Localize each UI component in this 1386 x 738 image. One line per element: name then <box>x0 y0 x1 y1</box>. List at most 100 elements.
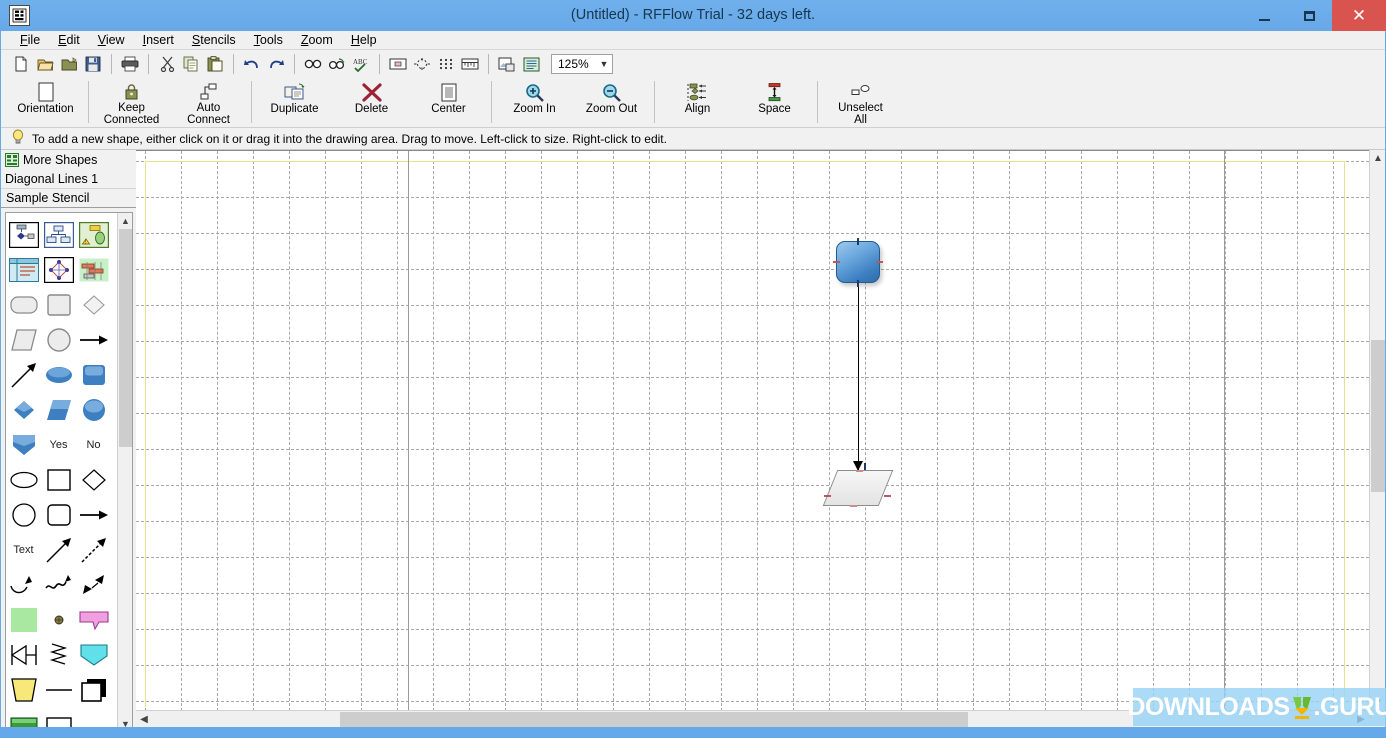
stencil-scrollbar[interactable]: ▲ ▼ <box>117 213 132 731</box>
page-view-icon[interactable] <box>386 52 410 76</box>
auto-connect-button[interactable]: AutoConnect <box>170 78 247 126</box>
undo-icon[interactable] <box>240 52 264 76</box>
copy-icon[interactable] <box>179 52 203 76</box>
duplicate-button[interactable]: Duplicate <box>256 78 333 126</box>
more-shapes-button[interactable]: More Shapes <box>1 150 136 169</box>
stencil-shape-line[interactable] <box>41 672 76 707</box>
flowchart-node-rounded-rect[interactable] <box>836 241 880 283</box>
stencil-scroll-up-button[interactable]: ▲ <box>118 213 133 228</box>
stencil-shape-double-arrow[interactable] <box>76 567 111 602</box>
menu-item-stencils[interactable]: Stencils <box>183 32 245 48</box>
stencil-gantt-thumb[interactable] <box>76 252 111 287</box>
stencil-network-thumb[interactable] <box>41 252 76 287</box>
selection-handle[interactable] <box>884 495 891 497</box>
center-button[interactable]: Center <box>410 78 487 126</box>
menu-item-file[interactable]: File <box>11 32 49 48</box>
stencil-shape-curve-arrow[interactable] <box>6 567 41 602</box>
delete-button[interactable]: Delete <box>333 78 410 126</box>
minimize-button[interactable] <box>1242 0 1287 31</box>
zoom-out-button[interactable]: Zoom Out <box>573 78 650 126</box>
stencil-shape-blue-diamond[interactable] <box>6 392 41 427</box>
stencil-shape-outline-circle[interactable] <box>6 497 41 532</box>
selection-handle[interactable] <box>824 495 831 497</box>
stencil-shape-outline-square[interactable] <box>41 462 76 497</box>
stencil-shape-outline-diamond[interactable] <box>76 462 111 497</box>
stencil-label-text[interactable]: Text <box>6 532 41 567</box>
stencil-shape-squiggle-arrow[interactable] <box>41 567 76 602</box>
stencil-shape-arrow-diag-solid[interactable] <box>41 532 76 567</box>
spellcheck-icon[interactable]: ABC <box>349 52 373 76</box>
close-button[interactable]: ✕ <box>1332 0 1386 31</box>
stencil-shape-blue-circle[interactable] <box>76 392 111 427</box>
text-block-icon[interactable] <box>519 52 543 76</box>
stencil-label-yes[interactable]: Yes <box>41 427 76 462</box>
align-button[interactable]: Align <box>659 78 736 126</box>
flowchart-connector[interactable] <box>858 283 859 472</box>
orientation-button[interactable]: Orientation <box>7 78 84 126</box>
rulers-icon[interactable] <box>458 52 482 76</box>
new-icon[interactable] <box>9 52 33 76</box>
menu-item-insert[interactable]: Insert <box>134 32 183 48</box>
selection-handle[interactable] <box>856 470 863 472</box>
stencil-scrollbar-thumb[interactable] <box>119 229 132 447</box>
maximize-button[interactable] <box>1287 0 1332 31</box>
scroll-left-button[interactable]: ◀ <box>136 711 152 728</box>
stencil-shape-circle[interactable] <box>41 322 76 357</box>
selection-handle[interactable] <box>850 505 857 507</box>
stencil-shape-blue-ellipse[interactable] <box>41 357 76 392</box>
keep-connected-button[interactable]: KeepConnected <box>93 78 170 126</box>
stencil-shape-arrow-right[interactable] <box>76 322 111 357</box>
stencil-shape-green-box[interactable] <box>6 602 41 637</box>
drawing-canvas[interactable] <box>136 150 1369 710</box>
zoom-level-select[interactable]: 125% ▼ <box>551 54 613 74</box>
stencil-shape-blue-square[interactable] <box>76 357 111 392</box>
stencil-shape-arrow-diag-dashed[interactable] <box>76 532 111 567</box>
selection-handle[interactable] <box>876 261 883 263</box>
stencil-shape-cyan-pennant[interactable] <box>76 637 111 672</box>
stencil-shape-arrow-diagonal[interactable] <box>6 357 41 392</box>
stencil-shape-outline-ellipse[interactable] <box>6 462 41 497</box>
selection-handle[interactable] <box>857 238 859 245</box>
stencil-shape-diamond-small[interactable] <box>76 287 111 322</box>
selection-handle[interactable] <box>864 463 866 470</box>
space-button[interactable]: Space <box>736 78 813 126</box>
open-folder-icon[interactable] <box>57 52 81 76</box>
menu-item-zoom[interactable]: Zoom <box>292 32 342 48</box>
selection-handle[interactable] <box>833 261 840 263</box>
paste-icon[interactable] <box>203 52 227 76</box>
selection-handle[interactable] <box>857 280 859 287</box>
cut-icon[interactable] <box>155 52 179 76</box>
unselect-all-button[interactable]: UnselectAll <box>822 78 899 126</box>
stencil-shape-rounded-rect[interactable] <box>6 287 41 322</box>
menu-item-edit[interactable]: Edit <box>49 32 89 48</box>
menu-item-tools[interactable]: Tools <box>245 32 292 48</box>
flowchart-node-parallelogram[interactable] <box>830 470 886 506</box>
snap-icon[interactable] <box>410 52 434 76</box>
save-icon[interactable] <box>81 52 105 76</box>
grid-dots-icon[interactable] <box>434 52 458 76</box>
stencil-shape-blue-parallelogram[interactable] <box>41 392 76 427</box>
stencil-shape-black-stack[interactable] <box>76 672 111 707</box>
stencil-shape-pink-callout[interactable] <box>76 602 111 637</box>
stencil-shape-arrow-right-2[interactable] <box>76 497 111 532</box>
stencil-shape-yellow-trapezoid[interactable] <box>6 672 41 707</box>
vertical-scrollbar-thumb[interactable] <box>1371 340 1385 492</box>
stencil-flowchart-thumb[interactable] <box>6 217 41 252</box>
replace-icon[interactable] <box>325 52 349 76</box>
horizontal-scrollbar-thumb[interactable] <box>340 712 968 727</box>
stencil-table-thumb[interactable] <box>6 252 41 287</box>
print-icon[interactable] <box>118 52 142 76</box>
stencil-shape-blue-shield[interactable] <box>6 427 41 462</box>
canvas-vertical-scrollbar[interactable]: ▲ ▼ <box>1369 150 1385 710</box>
image-icon[interactable] <box>495 52 519 76</box>
find-icon[interactable] <box>301 52 325 76</box>
menu-item-help[interactable]: Help <box>342 32 386 48</box>
current-stencil-item[interactable]: Diagonal Lines 1 <box>1 169 136 188</box>
scroll-up-button[interactable]: ▲ <box>1370 150 1386 166</box>
stencil-label-no[interactable]: No <box>76 427 111 462</box>
open-icon[interactable] <box>33 52 57 76</box>
stencil-shape-zigzag[interactable] <box>41 637 76 672</box>
stencil-shape-outline-rounded[interactable] <box>41 497 76 532</box>
stencil-shape-tiny-globe[interactable] <box>41 602 76 637</box>
stencil-shape-parallelogram[interactable] <box>6 322 41 357</box>
